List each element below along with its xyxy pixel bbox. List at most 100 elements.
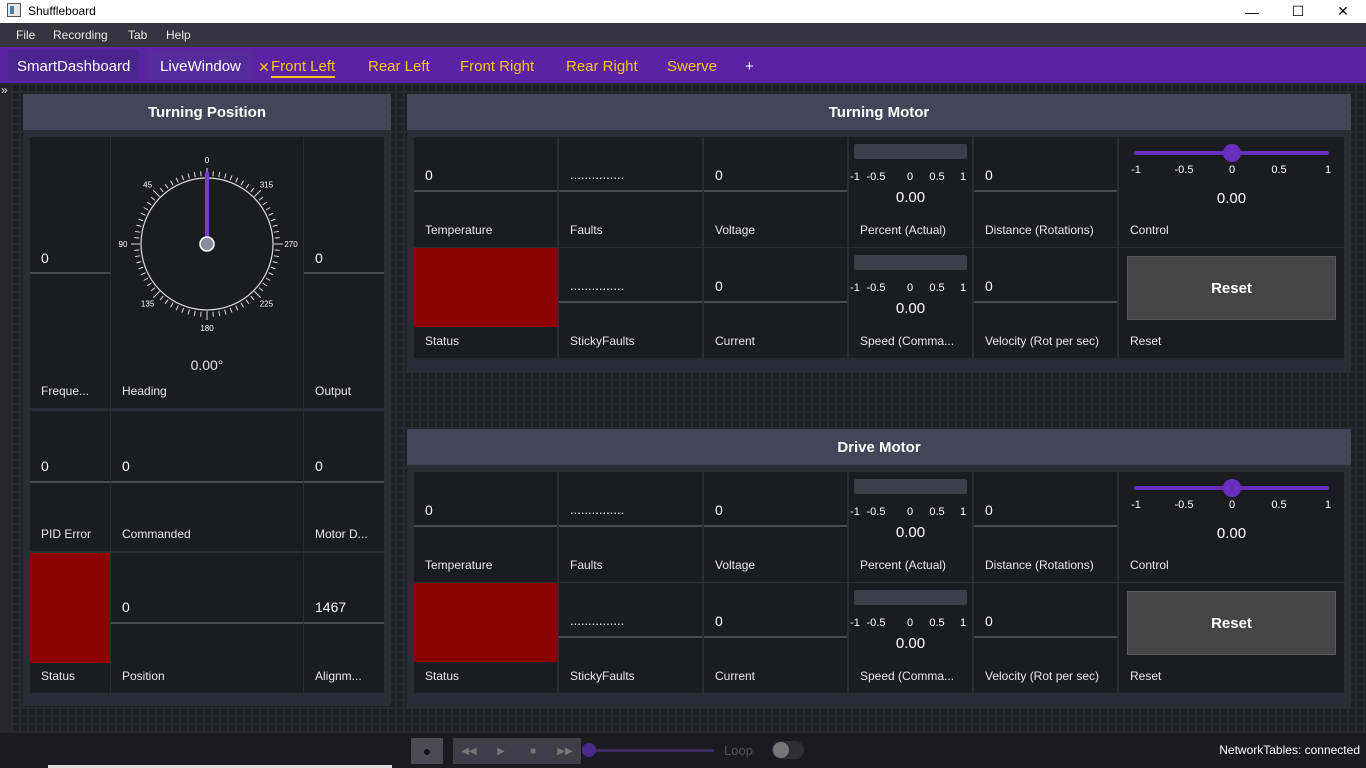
tab-rear-left[interactable]: Rear Left xyxy=(368,58,430,75)
tab-close-icon[interactable]: ✕ xyxy=(258,59,270,76)
percent-tick: -1 xyxy=(850,171,860,183)
heading-tick xyxy=(262,282,268,287)
heading-tick-label: 315 xyxy=(260,181,274,190)
tab-smartdashboard[interactable]: SmartDashboard xyxy=(17,58,130,75)
heading-tick xyxy=(146,201,152,206)
current-label: Current xyxy=(715,334,756,348)
network-status: NetworkTables: connected xyxy=(1219,743,1360,757)
control-tick: 1 xyxy=(1324,164,1332,176)
menu-file[interactable]: File xyxy=(16,28,35,42)
heading-gauge: 0 45 90 135 180 225 270 315 xyxy=(119,156,299,333)
temperature-underline xyxy=(414,190,557,192)
minimize-button[interactable]: — xyxy=(1229,0,1275,23)
output-widget: 0 Output xyxy=(303,136,385,409)
speed-widget: -1 -0.5 0 0.5 1 0.00 Speed (Comma... xyxy=(848,582,973,694)
position-widget: 0 Position xyxy=(110,552,304,694)
voltage-widget: 0 Voltage xyxy=(703,136,848,248)
control-tick: -0.5 xyxy=(1174,164,1194,176)
record-icon[interactable]: ● xyxy=(411,738,443,764)
velocity-value: 0 xyxy=(985,613,993,629)
reset-button[interactable]: Reset xyxy=(1127,256,1336,320)
maximize-button[interactable]: ☐ xyxy=(1275,0,1321,23)
heading-tick xyxy=(136,224,142,227)
reset-label: Reset xyxy=(1130,669,1162,683)
heading-tick xyxy=(181,175,185,181)
percent-widget: -1 -0.5 0 0.5 1 0.00 Percent (Actual) xyxy=(848,136,973,248)
menu-tab[interactable]: Tab xyxy=(128,28,147,42)
temperature-widget: 0 Temperature xyxy=(413,471,558,583)
status-widget: Status xyxy=(413,582,558,694)
play-icon[interactable]: ▶ xyxy=(485,738,517,764)
velocity-underline xyxy=(974,301,1117,303)
current-label: Current xyxy=(715,669,756,683)
heading-tick xyxy=(235,177,239,183)
heading-tick xyxy=(250,295,255,301)
heading-tick xyxy=(170,180,174,186)
menu-recording[interactable]: Recording xyxy=(53,28,108,42)
speed-tick: 1 xyxy=(959,282,967,294)
tab-swerve[interactable]: Swerve xyxy=(667,58,717,75)
frequency-label: Freque... xyxy=(41,384,90,398)
percent-tick: -0.5 xyxy=(866,171,886,183)
tab-front-left[interactable]: Front Left xyxy=(271,58,336,78)
drive-motor-panel: Drive Motor 0 Temperature ..............… xyxy=(407,429,1351,707)
control-slider-thumb[interactable] xyxy=(1222,479,1241,497)
heading-tick xyxy=(140,272,146,276)
speed-label: Speed (Comma... xyxy=(860,669,955,683)
stop-icon[interactable]: ■ xyxy=(517,738,549,764)
widget-gallery-toggle[interactable]: » xyxy=(0,83,11,733)
faults-underline xyxy=(559,525,702,527)
app-icon xyxy=(7,3,21,17)
tab-rear-right[interactable]: Rear Right xyxy=(566,58,638,75)
heading-tick xyxy=(175,177,179,183)
percent-label: Percent (Actual) xyxy=(860,558,947,572)
alignment-underline xyxy=(304,622,384,624)
heading-tick-label: 225 xyxy=(260,299,274,308)
drive-motor-title: Drive Motor xyxy=(407,429,1351,465)
speed-number: 0.00 xyxy=(895,635,926,652)
control-tick: 0 xyxy=(1228,499,1236,511)
heading-tick-label: 180 xyxy=(200,324,214,333)
output-underline xyxy=(304,272,384,274)
rewind-icon[interactable]: ◀◀ xyxy=(453,738,485,764)
tab-livewindow[interactable]: LiveWindow xyxy=(160,58,241,75)
playback-bar: ● ◀◀ ▶ ■ ▶▶ Loop NetworkTables: connecte… xyxy=(0,733,1366,768)
speed-tick: 1 xyxy=(959,617,967,629)
heading-tick xyxy=(224,173,227,179)
loop-toggle[interactable] xyxy=(772,741,804,759)
control-widget: -1 -0.5 0 0.5 1 0.00 Control xyxy=(1118,136,1345,248)
percent-tick: 0 xyxy=(906,171,914,183)
heading-tick xyxy=(270,266,276,270)
control-label: Control xyxy=(1130,223,1169,237)
tab-front-right[interactable]: Front Right xyxy=(460,58,534,75)
reset-widget: Reset Reset xyxy=(1118,582,1345,694)
heading-tick xyxy=(245,183,250,189)
control-slider-thumb[interactable] xyxy=(1222,144,1241,162)
speed-tick: 0.5 xyxy=(929,617,945,629)
add-tab-button[interactable]: + xyxy=(745,58,754,75)
expand-icon: » xyxy=(1,83,8,97)
speed-tick: 0 xyxy=(906,282,914,294)
position-label: Position xyxy=(122,669,165,683)
alignment-widget: 1467 Alignm... xyxy=(303,552,385,694)
heading-tick xyxy=(135,230,141,233)
temperature-label: Temperature xyxy=(425,558,493,572)
playback-slider[interactable] xyxy=(588,749,714,752)
output-value: 0 xyxy=(315,250,323,266)
reset-button[interactable]: Reset xyxy=(1127,591,1336,655)
control-tick: 0.5 xyxy=(1271,499,1287,511)
percent-label: Percent (Actual) xyxy=(860,223,947,237)
heading-tick xyxy=(146,282,152,287)
close-button[interactable]: ✕ xyxy=(1320,0,1366,23)
fast-forward-icon[interactable]: ▶▶ xyxy=(549,738,581,764)
playback-thumb[interactable] xyxy=(582,743,596,757)
speed-tick: 0 xyxy=(906,617,914,629)
distance-label: Distance (Rotations) xyxy=(985,223,1094,237)
velocity-widget: 0 Velocity (Rot per sec) xyxy=(973,247,1118,359)
menu-help[interactable]: Help xyxy=(166,28,191,42)
heading-tick xyxy=(258,287,264,292)
faults-widget: ............... Faults xyxy=(558,136,703,248)
control-label: Control xyxy=(1130,558,1169,572)
commanded-widget: 0 Commanded xyxy=(110,410,304,552)
distance-label: Distance (Rotations) xyxy=(985,558,1094,572)
